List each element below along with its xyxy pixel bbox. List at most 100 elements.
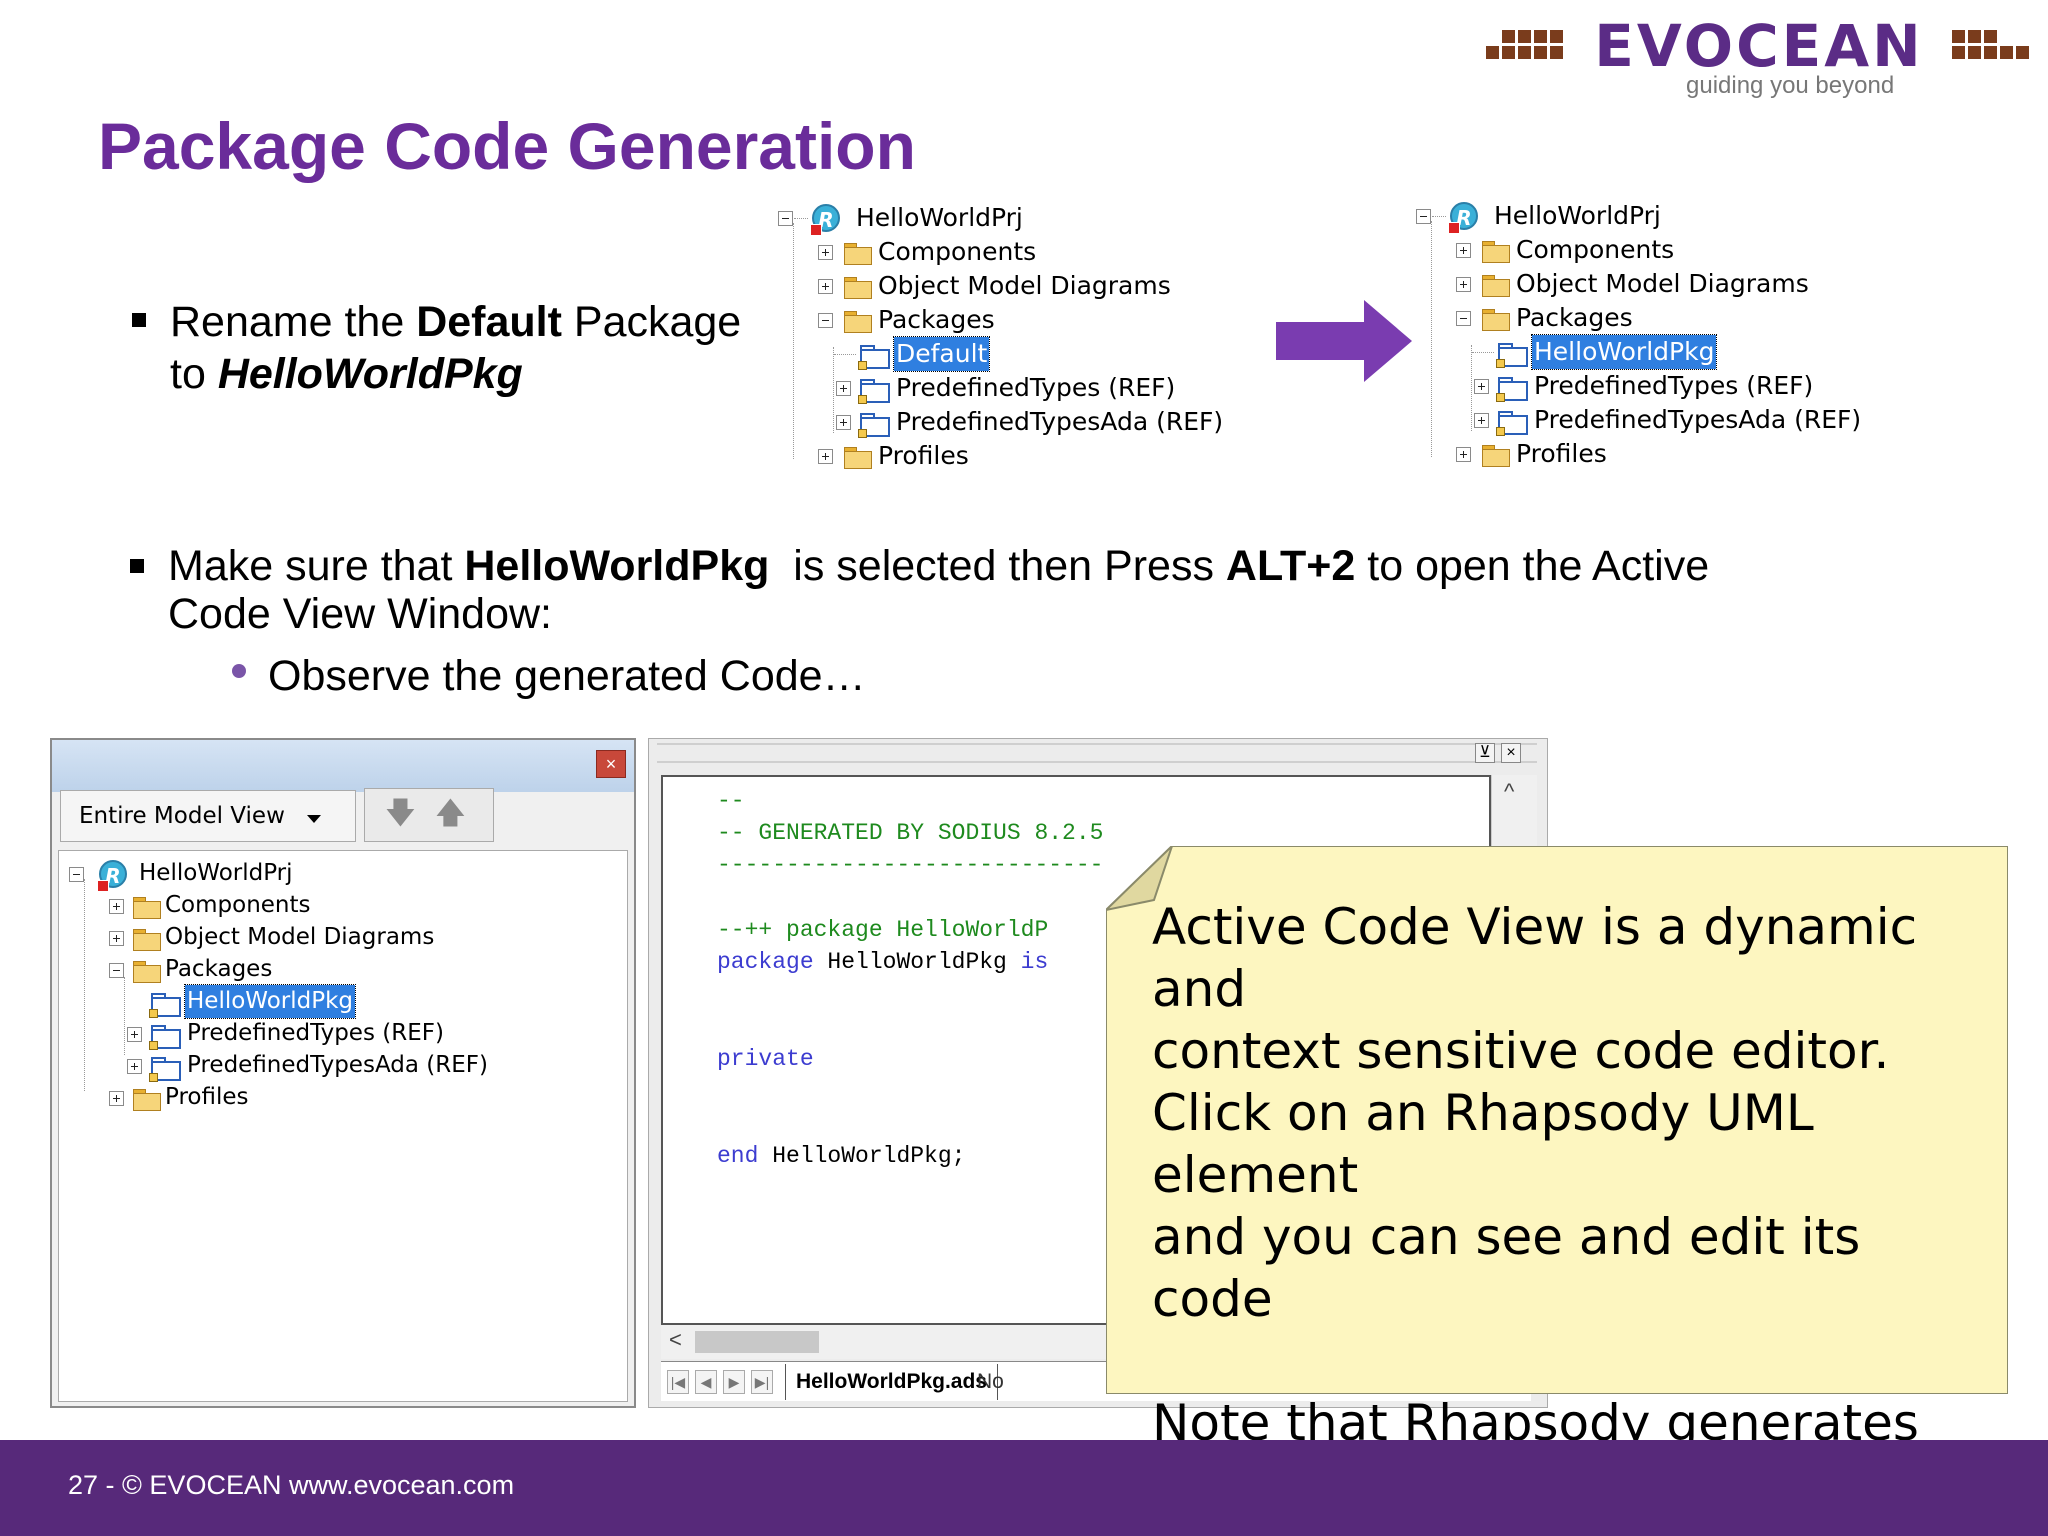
code-line-3: ---------------------------- <box>717 852 1104 878</box>
code-view-titlebar[interactable] <box>657 743 1537 763</box>
reference-icon <box>858 429 867 438</box>
slide-title: Package Code Generation <box>98 109 916 183</box>
reference-icon <box>858 395 867 404</box>
logo-dots-right-icon <box>1952 24 2030 68</box>
tree-before: R HelloWorldPrj Components Object Model … <box>778 201 1258 481</box>
callout-note: Active Code View is a dynamic and contex… <box>1106 846 2008 1536</box>
package-marker-icon <box>149 1009 158 1018</box>
code-line-4: --++ package HelloWorldP <box>717 917 1049 943</box>
folder-icon <box>133 1089 161 1111</box>
bullet1-text-pre: Rename the <box>170 298 417 346</box>
collapse-icon[interactable] <box>1456 311 1471 326</box>
bullet2-pkg-name: HelloWorldPkg <box>464 542 770 590</box>
bullet2-shortcut: ALT+2 <box>1225 542 1356 590</box>
code-line-6: private <box>717 1046 814 1072</box>
folder-icon <box>133 897 161 919</box>
bullet2-text-post: to open the Active <box>1355 542 1710 590</box>
code-keyword: is <box>1020 949 1049 975</box>
package-marker-icon <box>1496 359 1505 368</box>
bullet1-new-name: HelloWorldPkg <box>217 350 523 398</box>
bullet-dot-icon <box>232 664 246 678</box>
collapse-icon[interactable] <box>69 867 84 882</box>
bullet1-default: Default <box>416 298 562 346</box>
expand-icon[interactable] <box>818 449 833 464</box>
code-identifier: HelloWorldPkg <box>813 949 1021 975</box>
expand-icon[interactable] <box>1474 413 1489 428</box>
logo-wordmark: EVOCEAN <box>1594 12 1924 80</box>
bullet2-text-pre: Make sure that <box>168 542 465 590</box>
tree-after: R HelloWorldPrj Components Object Model … <box>1416 199 1916 479</box>
expand-icon[interactable] <box>127 1059 142 1074</box>
scrollbar-thumb[interactable] <box>695 1331 819 1353</box>
expand-icon[interactable] <box>109 1091 124 1106</box>
code-line-5: package HelloWorldPkg is <box>717 946 1048 978</box>
expand-icon[interactable] <box>836 415 851 430</box>
logo-dots-left-icon <box>1486 24 1564 68</box>
reference-icon <box>1496 427 1505 436</box>
package-marker-icon <box>858 361 867 370</box>
expand-icon[interactable] <box>109 899 124 914</box>
bullet-square-icon <box>132 313 146 327</box>
tab-next-file[interactable]: No <box>977 1364 1004 1400</box>
pin-button[interactable]: ⊻ <box>1475 743 1495 763</box>
scroll-up-icon[interactable]: ^ <box>1504 779 1514 805</box>
rhapsody-project-icon: R <box>97 860 127 892</box>
expand-icon[interactable] <box>818 245 833 260</box>
folder-icon <box>1482 275 1510 297</box>
folder-icon <box>844 447 872 469</box>
folder-icon <box>1482 309 1510 331</box>
tab-prev-icon[interactable]: ◀ <box>695 1370 717 1394</box>
arrow-down-icon[interactable]: 🡇 <box>385 797 416 831</box>
tab-first-icon[interactable]: |◀ <box>667 1370 689 1394</box>
sub-bullet-observe: Observe the generated Code… <box>232 650 866 702</box>
footer-text: 27 - © EVOCEAN www.evocean.com <box>68 1470 515 1500</box>
expand-icon[interactable] <box>1456 243 1471 258</box>
folder-icon <box>1482 445 1510 467</box>
bullet-open-code-view: Make sure that HelloWorldPkg is selected… <box>130 542 1928 638</box>
code-line-7: end HelloWorldPkg; <box>717 1140 965 1172</box>
collapse-icon[interactable] <box>1416 209 1431 224</box>
scroll-left-icon[interactable]: < <box>669 1327 682 1353</box>
model-browser-window: × Entire Model View 🡇 🡅 R HelloWorldPrj … <box>50 738 636 1408</box>
collapse-icon[interactable] <box>109 963 124 978</box>
reference-icon <box>1496 393 1505 402</box>
bullet-rename: Rename the Default Package to HelloWorld… <box>132 296 790 400</box>
code-line-2: -- GENERATED BY SODIUS 8.2.5 <box>717 820 1104 846</box>
expand-icon[interactable] <box>818 279 833 294</box>
sub-bullet-text: Observe the generated Code… <box>268 652 866 700</box>
evocean-logo: EVOCEAN guiding you beyond <box>1486 12 2032 99</box>
folder-icon <box>133 961 161 983</box>
tab-last-icon[interactable]: ▶| <box>751 1370 773 1394</box>
browser-titlebar[interactable] <box>52 740 634 792</box>
expand-icon[interactable] <box>836 381 851 396</box>
code-close-button[interactable]: × <box>1501 743 1521 763</box>
tab-helloworldpkg-ads[interactable]: HelloWorldPkg.ads <box>785 1364 998 1400</box>
expand-icon[interactable] <box>1456 447 1471 462</box>
expand-icon[interactable] <box>127 1027 142 1042</box>
right-arrow-icon <box>1276 300 1412 382</box>
folder-icon <box>1482 241 1510 263</box>
expand-icon[interactable] <box>1474 379 1489 394</box>
folder-icon <box>844 311 872 333</box>
collapse-icon[interactable] <box>778 211 793 226</box>
expand-icon[interactable] <box>1456 277 1471 292</box>
browser-nav-buttons: 🡇 🡅 <box>364 788 494 842</box>
tab-next-icon[interactable]: ▶ <box>723 1370 745 1394</box>
collapse-icon[interactable] <box>818 313 833 328</box>
browser-close-button[interactable]: × <box>596 750 626 778</box>
expand-icon[interactable] <box>109 931 124 946</box>
code-identifier: HelloWorldPkg; <box>758 1143 966 1169</box>
chevron-down-icon <box>307 815 321 823</box>
bullet2-text-mid: is selected then Press <box>769 542 1226 590</box>
code-keyword: package <box>717 949 814 975</box>
bullet1-text-to: to <box>170 350 218 398</box>
footer-bar: 27 - © EVOCEAN www.evocean.com <box>0 1440 2048 1536</box>
browser-tree-area: R HelloWorldPrj Components Object Model … <box>58 850 628 1402</box>
bullet1-text-mid: Package <box>561 298 742 346</box>
arrow-up-icon[interactable]: 🡅 <box>435 797 466 831</box>
folder-icon <box>844 243 872 265</box>
reference-icon <box>149 1073 158 1082</box>
folder-icon <box>844 277 872 299</box>
view-selector-dropdown[interactable]: Entire Model View <box>60 790 356 842</box>
reference-icon <box>149 1041 158 1050</box>
